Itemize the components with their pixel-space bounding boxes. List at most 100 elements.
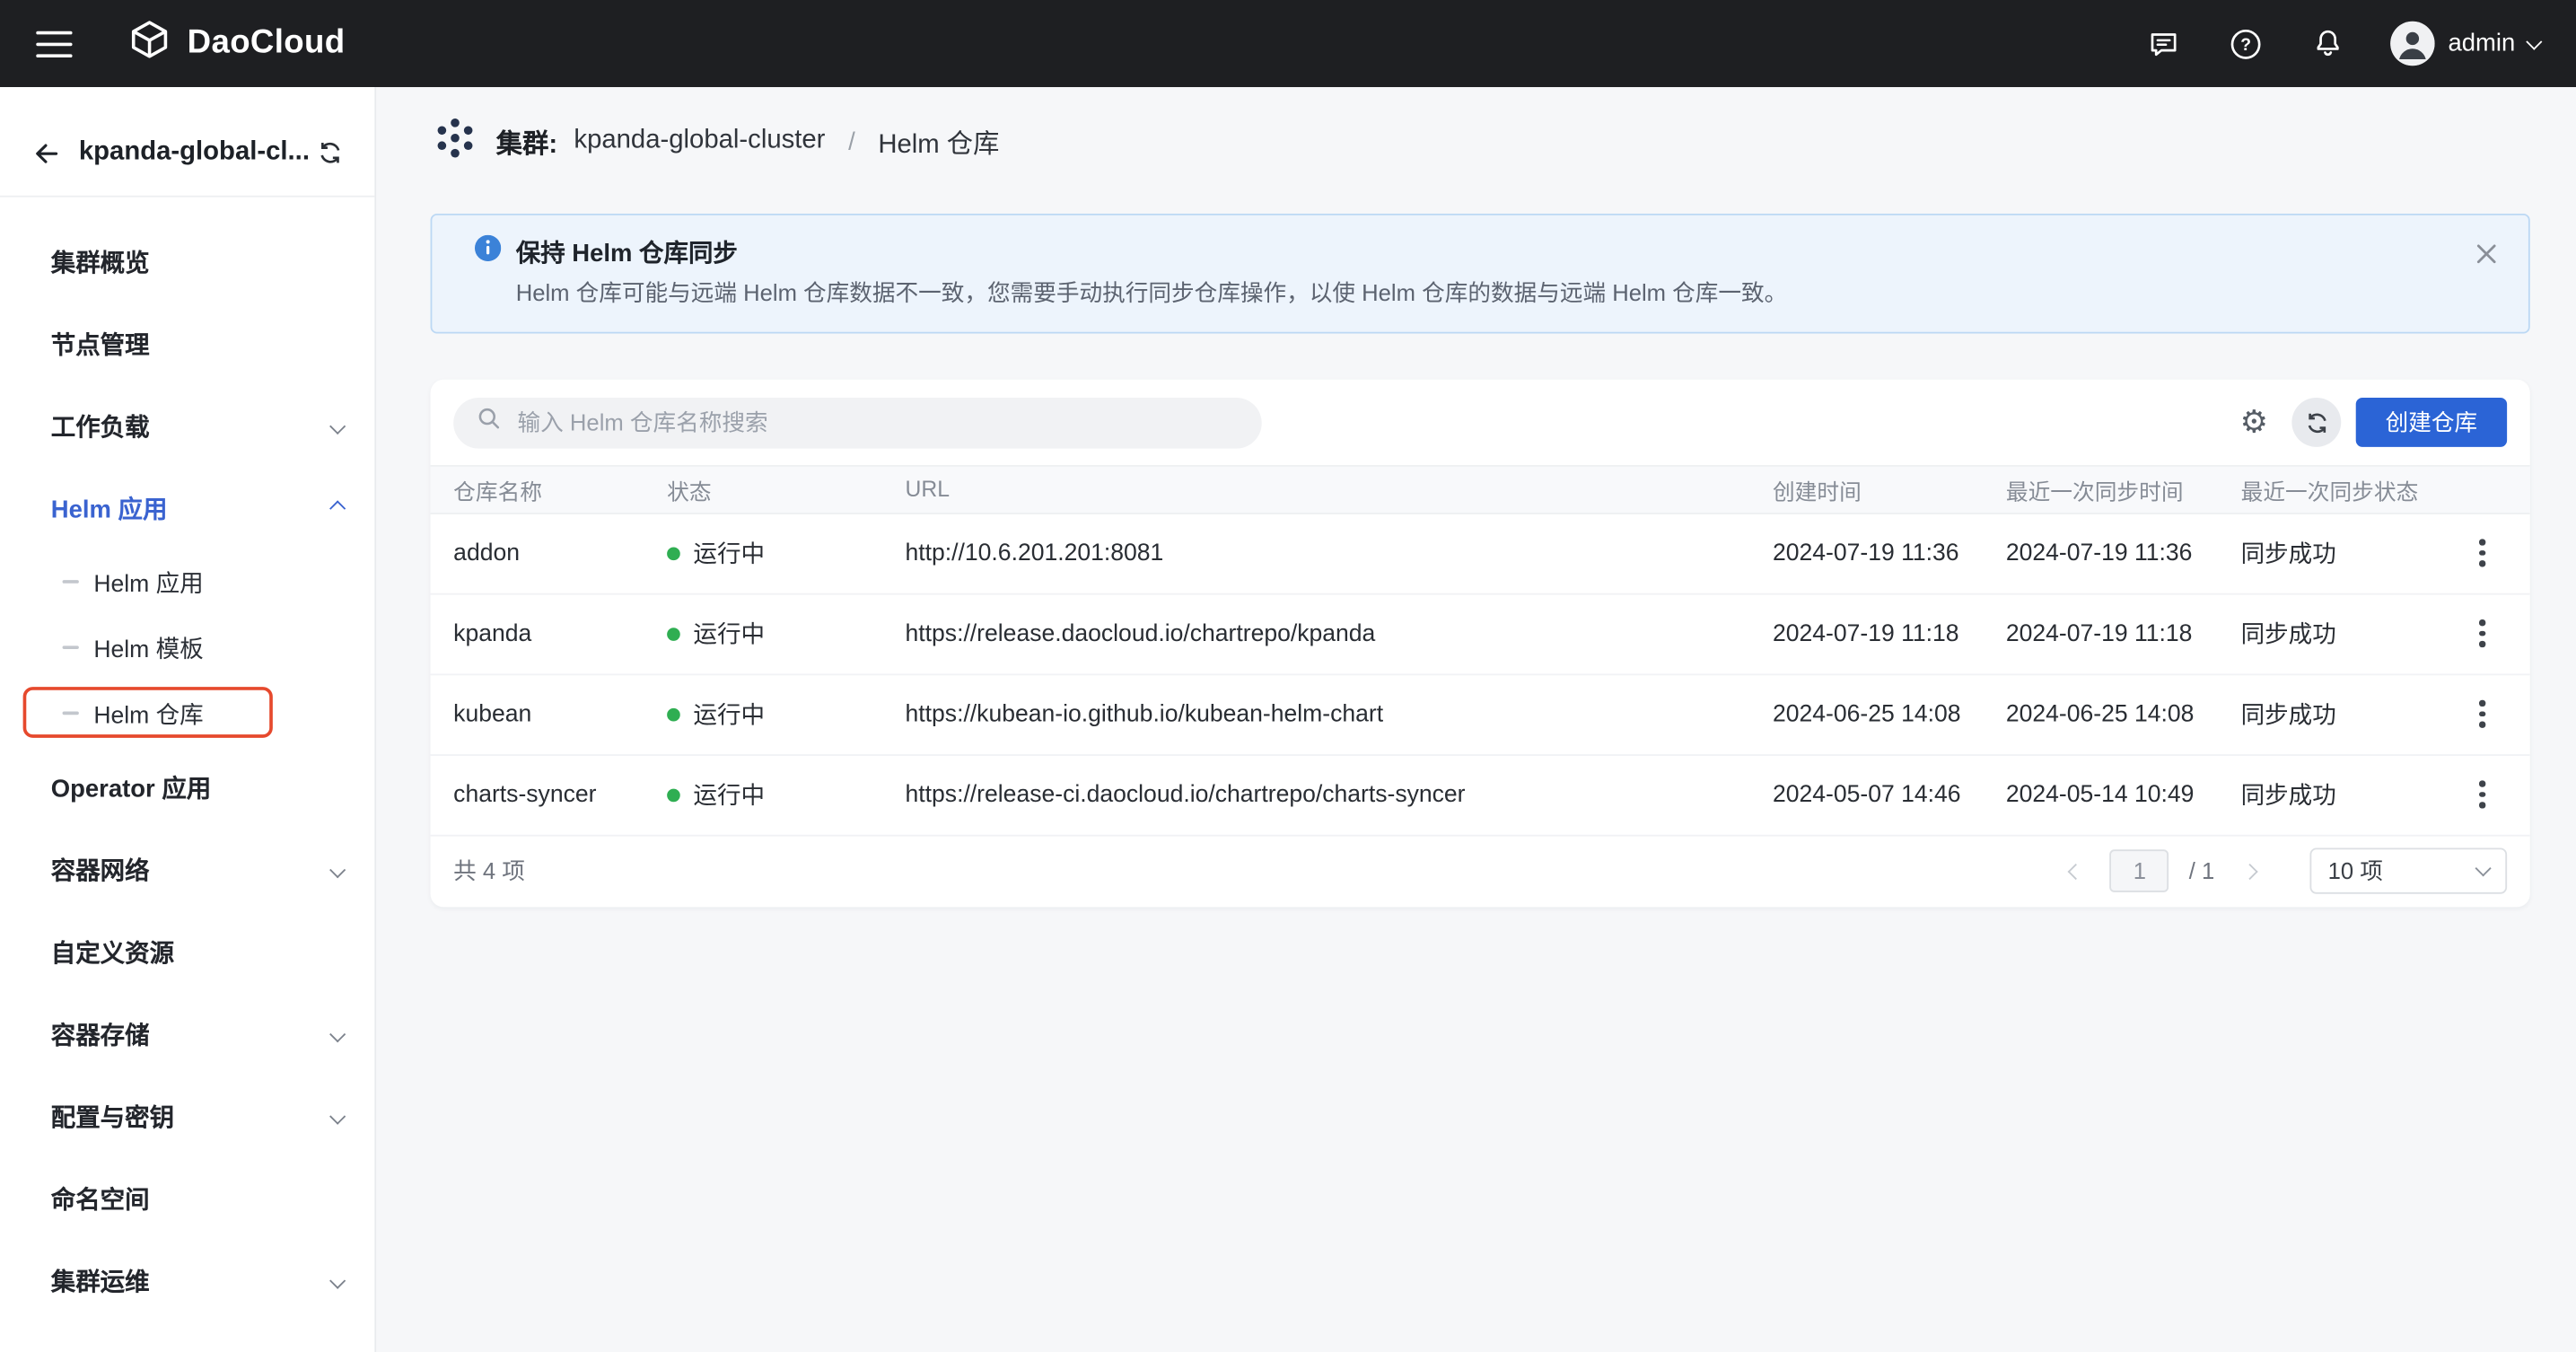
- search-input[interactable]: [514, 408, 1239, 437]
- sidebar-item-operator-apps[interactable]: Operator 应用: [0, 746, 374, 829]
- brand-logo[interactable]: DaoCloud: [128, 18, 346, 69]
- page-number-input[interactable]: [2110, 849, 2169, 892]
- table-row[interactable]: charts-syncer 运行中 https://release-ci.dao…: [431, 755, 2530, 836]
- dash-icon: [63, 712, 79, 716]
- sidebar-item-cluster-ops[interactable]: 集群运维: [0, 1239, 374, 1321]
- help-icon[interactable]: ?: [2226, 24, 2265, 64]
- repo-url: http://10.6.201.201:8081: [882, 540, 1749, 566]
- sidebar-item-label: 集群概览: [51, 244, 150, 278]
- table-row[interactable]: kubean 运行中 https://kubean-io.github.io/k…: [431, 675, 2530, 756]
- sidebar-item-label: 工作负载: [51, 408, 150, 443]
- chevron-down-icon: [329, 861, 346, 877]
- search-box: [453, 397, 1262, 448]
- svg-text:?: ?: [2240, 35, 2251, 54]
- repo-last-sync-time: 2024-05-14 10:49: [1983, 782, 2218, 808]
- row-actions-kebab-icon[interactable]: [2461, 612, 2504, 655]
- sidebar-item-cluster-overview[interactable]: 集群概览: [0, 220, 374, 303]
- breadcrumb-cluster-name[interactable]: kpanda-global-cluster: [574, 127, 825, 156]
- table-row[interactable]: addon 运行中 http://10.6.201.201:8081 2024-…: [431, 514, 2530, 594]
- user-name: admin: [2448, 30, 2515, 57]
- sync-info-alert: 保持 Helm 仓库同步 Helm 仓库可能与远端 Helm 仓库数据不一致，您…: [431, 214, 2530, 333]
- repo-status: 运行中: [644, 697, 881, 731]
- column-header: 最近一次同步时间: [1983, 472, 2218, 505]
- status-dot-icon: [667, 547, 680, 560]
- next-page-icon[interactable]: [2234, 856, 2264, 886]
- sidebar-item-label: Helm 应用: [93, 565, 203, 599]
- sidebar-item-container-network[interactable]: 容器网络: [0, 828, 374, 910]
- sidebar-item-label: 配置与密钥: [51, 1099, 174, 1133]
- chevron-down-icon: [329, 1025, 346, 1041]
- repo-last-sync-time: 2024-07-19 11:18: [1983, 620, 2218, 646]
- sidebar-item-helm-templates[interactable]: Helm 模板: [0, 615, 374, 680]
- cluster-switcher-row: kpanda-global-cl...: [0, 87, 374, 176]
- page-size-value: 10 项: [2328, 855, 2383, 888]
- page-size-select[interactable]: 10 项: [2309, 848, 2507, 894]
- chevron-down-icon: [329, 417, 346, 434]
- row-actions-kebab-icon[interactable]: [2461, 531, 2504, 575]
- repo-created-time: 2024-07-19 11:36: [1749, 540, 1983, 566]
- row-actions-kebab-icon[interactable]: [2461, 773, 2504, 816]
- toolbar: ⚙ 创建仓库: [431, 379, 2530, 464]
- sidebar-item-node-management[interactable]: 节点管理: [0, 303, 374, 385]
- sidebar-item-namespaces[interactable]: 命名空间: [0, 1157, 374, 1240]
- sidebar-nav: 集群概览 节点管理 工作负载 Helm 应用 Helm 应用 Helm 模板 H…: [0, 207, 374, 1321]
- app: DaoCloud ?: [0, 0, 2576, 1352]
- close-icon[interactable]: [2469, 237, 2502, 270]
- breadcrumb-cluster-label: 集群:: [496, 121, 557, 161]
- sidebar: kpanda-global-cl... 集群概览 节点管理 工作负载: [0, 87, 376, 1352]
- repo-last-sync-status: 同步成功: [2218, 617, 2435, 651]
- sidebar-item-container-storage[interactable]: 容器存储: [0, 993, 374, 1075]
- dash-icon: [63, 645, 79, 649]
- repo-status: 运行中: [644, 536, 881, 570]
- status-dot-icon: [667, 788, 680, 802]
- prev-page-icon[interactable]: [2061, 856, 2090, 886]
- chevron-down-icon: [329, 1272, 346, 1288]
- repo-name[interactable]: charts-syncer: [431, 782, 644, 808]
- feedback-icon[interactable]: [2144, 24, 2184, 64]
- repo-url: https://release-ci.daocloud.io/chartrepo…: [882, 782, 1749, 808]
- create-repo-button[interactable]: 创建仓库: [2356, 398, 2507, 447]
- status-text: 运行中: [693, 777, 765, 812]
- back-arrow-icon[interactable]: [26, 133, 66, 172]
- cluster-dots-icon: [431, 112, 480, 170]
- avatar: [2390, 22, 2434, 66]
- repo-name[interactable]: kpanda: [431, 620, 644, 646]
- sidebar-item-label: 自定义资源: [51, 935, 174, 969]
- sidebar-item-helm-repos[interactable]: Helm 仓库: [0, 680, 374, 746]
- chevron-down-icon: [329, 1108, 346, 1124]
- repo-last-sync-status: 同步成功: [2218, 777, 2435, 812]
- row-actions-kebab-icon[interactable]: [2461, 693, 2504, 736]
- sidebar-item-label: Helm 仓库: [93, 696, 203, 730]
- column-header: 最近一次同步状态: [2218, 472, 2435, 505]
- column-header: 创建时间: [1749, 472, 1983, 505]
- alert-title: 保持 Helm 仓库同步: [516, 235, 738, 269]
- notifications-bell-icon[interactable]: [2309, 24, 2348, 64]
- sidebar-item-workloads[interactable]: 工作负载: [0, 384, 374, 467]
- repo-last-sync-time: 2024-07-19 11:36: [1983, 540, 2218, 566]
- sidebar-item-helm-apps[interactable]: Helm 应用: [0, 467, 374, 549]
- sidebar-item-label: 命名空间: [51, 1181, 150, 1215]
- current-cluster-name: kpanda-global-cl...: [79, 138, 310, 168]
- sidebar-item-config-secrets[interactable]: 配置与密钥: [0, 1075, 374, 1157]
- chevron-down-icon: [2475, 860, 2492, 876]
- switch-cluster-icon[interactable]: [312, 135, 348, 171]
- table-footer: 共 4 项 / 1 10 项: [431, 836, 2530, 907]
- sidebar-item-label: Helm 应用: [51, 490, 168, 524]
- sidebar-item-helm-apps-sub[interactable]: Helm 应用: [0, 549, 374, 614]
- table-body: addon 运行中 http://10.6.201.201:8081 2024-…: [431, 514, 2530, 836]
- chevron-up-icon: [329, 500, 346, 516]
- gear-icon[interactable]: ⚙: [2231, 399, 2277, 445]
- table-row[interactable]: kpanda 运行中 https://release.daocloud.io/c…: [431, 594, 2530, 675]
- pagination: / 1 10 项: [2061, 848, 2507, 894]
- repo-last-sync-status: 同步成功: [2218, 697, 2435, 731]
- repo-name[interactable]: addon: [431, 540, 644, 566]
- user-menu[interactable]: admin: [2390, 22, 2539, 66]
- repo-name[interactable]: kubean: [431, 701, 644, 727]
- breadcrumb-current-page: Helm 仓库: [878, 121, 999, 161]
- repo-created-time: 2024-07-19 11:18: [1749, 620, 1983, 646]
- menu-toggle-button[interactable]: [36, 31, 72, 57]
- sidebar-item-custom-resources[interactable]: 自定义资源: [0, 910, 374, 993]
- sidebar-divider: [0, 196, 374, 198]
- refresh-icon[interactable]: [2291, 398, 2341, 447]
- repo-status: 运行中: [644, 617, 881, 651]
